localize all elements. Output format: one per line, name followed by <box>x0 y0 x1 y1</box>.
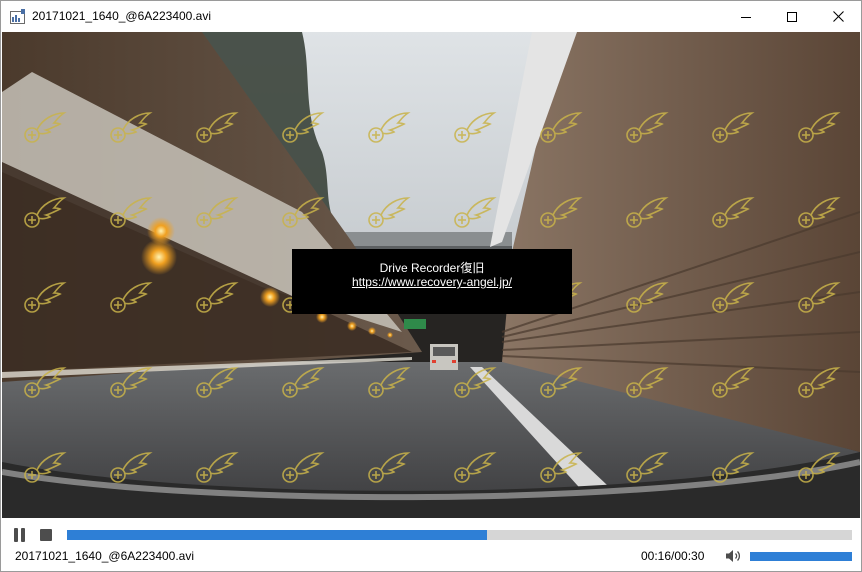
window-title: 20171021_1640_@6A223400.avi <box>32 9 212 23</box>
close-button[interactable] <box>815 1 861 32</box>
maximize-button[interactable] <box>769 1 815 32</box>
video-frame[interactable]: Drive Recorder復旧 https://www.recovery-an… <box>2 32 860 518</box>
stop-button[interactable] <box>40 529 52 541</box>
overlay-title: Drive Recorder復旧 <box>379 261 485 275</box>
player-window: 20171021_1640_@6A223400.avi Drive Record… <box>0 0 862 572</box>
volume-slider-fill <box>750 552 852 561</box>
caption-overlay: Drive Recorder復旧 https://www.recovery-an… <box>292 249 572 314</box>
volume-slider[interactable] <box>750 552 852 561</box>
pause-icon-bar-left <box>14 528 18 542</box>
pause-icon-bar-right <box>21 528 25 542</box>
close-icon <box>832 11 844 22</box>
title-bar[interactable]: 20171021_1640_@6A223400.avi <box>1 1 861 32</box>
pause-button[interactable] <box>13 528 27 542</box>
seek-bar-fill <box>67 530 487 540</box>
minimize-button[interactable] <box>723 1 769 32</box>
maximize-icon <box>787 11 797 22</box>
overlay-link[interactable]: https://www.recovery-angel.jp/ <box>292 275 572 289</box>
file-name-label: 20171021_1640_@6A223400.avi <box>15 549 195 563</box>
speaker-icon[interactable] <box>725 549 741 563</box>
time-readout: 00:16/00:30 <box>641 549 705 563</box>
seek-bar[interactable] <box>67 530 852 540</box>
minimize-icon <box>741 16 751 18</box>
playback-controls: 20171021_1640_@6A223400.avi 00:16/00:30 <box>2 518 860 571</box>
video-file-icon <box>10 9 25 24</box>
